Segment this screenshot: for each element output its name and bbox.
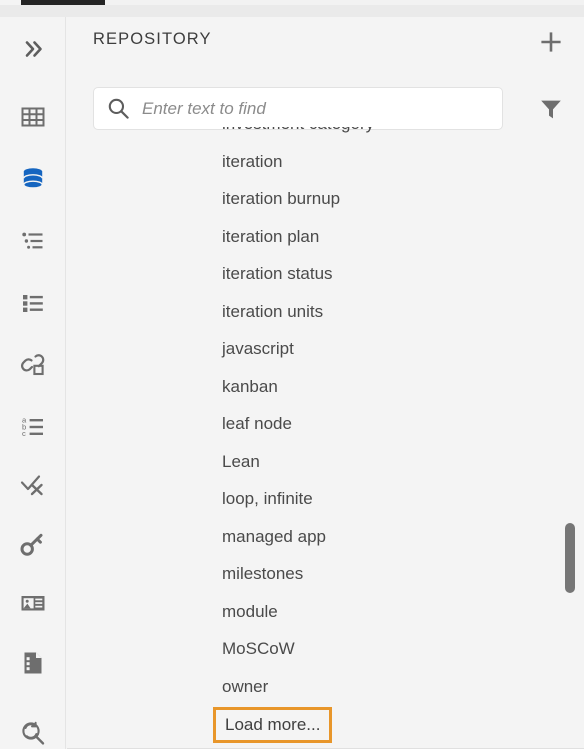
sidebar-item-expand-panel[interactable]: [0, 25, 65, 73]
list-item[interactable]: javascript: [67, 330, 584, 368]
link-broken-icon: [19, 351, 47, 379]
sidebar-item-validation[interactable]: [0, 461, 65, 509]
list-item[interactable]: leaf node: [67, 405, 584, 443]
sidebar-item-links[interactable]: [0, 341, 65, 389]
list-item[interactable]: managed app: [67, 518, 584, 556]
sidebar-item-permissions[interactable]: [0, 521, 65, 569]
sidebar-item-glossary[interactable]: a b c: [0, 403, 65, 451]
page-title: REPOSITORY: [93, 30, 212, 48]
database-icon: [19, 165, 47, 193]
sidebar-item-documents[interactable]: [0, 639, 65, 687]
sidebar-item-media-card[interactable]: [0, 579, 65, 627]
list-item[interactable]: module: [67, 593, 584, 631]
search-input[interactable]: [142, 98, 482, 119]
list-item[interactable]: iteration units: [67, 293, 584, 331]
key-icon: [19, 531, 47, 559]
sidebar-item-grid-table[interactable]: [0, 93, 65, 141]
sidebar-item-outline-list[interactable]: [0, 217, 65, 265]
list-item[interactable]: owner: [67, 668, 584, 706]
search-row: [67, 71, 584, 130]
repository-list: investment categoryiterationiteration bu…: [67, 127, 584, 749]
list-item[interactable]: iteration status: [67, 255, 584, 293]
list-item[interactable]: Lean: [67, 443, 584, 481]
list-item[interactable]: MoSCoW: [67, 630, 584, 668]
list-item[interactable]: iteration burnup: [67, 180, 584, 218]
repository-list-inner: investment categoryiterationiteration bu…: [67, 127, 584, 745]
list-item[interactable]: kanban: [67, 368, 584, 406]
refresh-search-icon: [18, 718, 48, 748]
sidebar-item-search-refresh[interactable]: [0, 709, 65, 749]
list-item[interactable]: milestones: [67, 555, 584, 593]
search-icon: [94, 96, 142, 121]
list-item[interactable]: investment category: [67, 127, 584, 143]
abc-list-icon: a b c: [20, 414, 46, 440]
list-item[interactable]: iteration: [67, 143, 584, 181]
chevron-double-right-icon: [20, 36, 46, 62]
repository-panel: REPOSITORY Enter text to find iteration …: [67, 17, 584, 749]
list-scrollbar-thumb[interactable]: [565, 523, 575, 593]
sidebar-item-detail-list[interactable]: [0, 279, 65, 327]
search-box[interactable]: [93, 87, 503, 130]
list-item[interactable]: iteration plan: [67, 218, 584, 256]
document-icon: [19, 649, 47, 677]
panel-header: REPOSITORY: [67, 17, 584, 71]
load-more-button[interactable]: Load more...: [213, 707, 333, 743]
plus-icon: [538, 29, 564, 60]
list-item[interactable]: loop, infinite: [67, 480, 584, 518]
sidebar-item-repository[interactable]: [0, 155, 65, 203]
filter-button[interactable]: [536, 96, 566, 126]
left-icon-rail: a b c: [0, 17, 66, 749]
square-bullet-list-icon: [20, 290, 46, 316]
check-cross-icon: [19, 471, 47, 499]
window-top-strip: [0, 5, 584, 17]
svg-text:c: c: [22, 429, 26, 438]
image-card-icon: [19, 589, 47, 617]
load-more-row: Load more...: [67, 705, 584, 745]
list-scrollbar-track[interactable]: [565, 127, 575, 749]
table-grid-icon: [20, 104, 46, 130]
add-button[interactable]: [535, 28, 567, 60]
repository-panel-window: a b c REPOSITORY Enter text to find iter…: [0, 0, 584, 749]
bulleted-outline-icon: [20, 228, 46, 254]
funnel-filter-icon: [538, 96, 564, 127]
